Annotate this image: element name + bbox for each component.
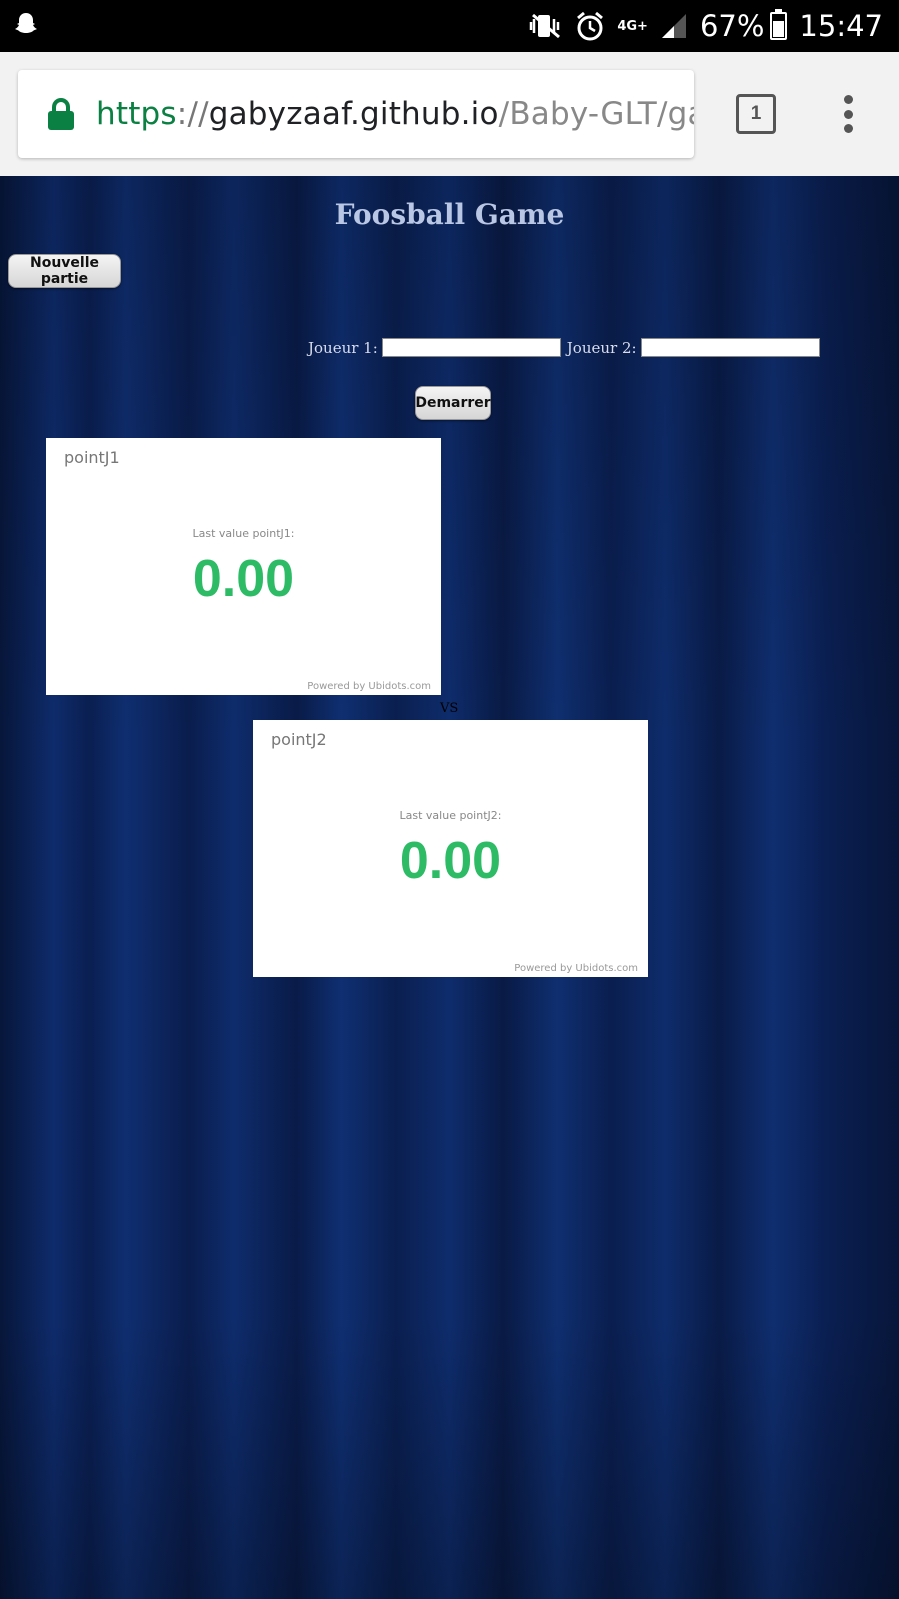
widget-caption: Last value pointJ2: [399,809,502,822]
player2-label: Joueur 2: [566,338,637,357]
widget-caption: Last value pointJ1: [192,527,295,540]
page-title: Foosball Game [334,198,565,231]
widget-footer-link[interactable]: Powered by Ubidots.com [514,963,638,974]
signal-icon [660,9,688,43]
lock-icon[interactable] [48,98,74,130]
address-bar[interactable]: https://gabyzaaf.github.io/Baby-GLT/gam [18,70,694,158]
widget-footer-link[interactable]: Powered by Ubidots.com [307,681,431,692]
widget-value: 0.00 [399,832,502,890]
overflow-menu-icon[interactable] [836,92,860,136]
network-type-label: 4G+ [617,18,648,34]
browser-toolbar: https://gabyzaaf.github.io/Baby-GLT/gam … [0,52,899,176]
player2-input[interactable] [640,338,820,357]
widget-title: pointJ1 [64,448,120,467]
player-form: Joueur 1: Joueur 2: [308,338,820,357]
tab-switcher-button[interactable]: 1 [736,94,776,134]
score-widget-player1: pointJ1 Last value pointJ1: 0.00 Powered… [46,438,441,695]
battery-icon [770,9,788,40]
snapchat-ghost-icon [12,10,42,40]
alarm-icon [575,9,605,43]
start-button[interactable]: Demarrer [415,386,491,420]
status-bar: 4G+ 67% 15:47 [0,0,899,52]
widget-value: 0.00 [192,550,295,608]
player1-label: Joueur 1: [308,338,378,357]
url-text[interactable]: https://gabyzaaf.github.io/Baby-GLT/gam [96,96,694,132]
network-type-icon: 4G+ [617,9,648,43]
clock: 15:47 [799,9,883,43]
widget-title: pointJ2 [271,730,327,749]
vs-label: VS [440,701,459,716]
player1-input[interactable] [381,338,561,357]
vibrate-mute-icon [529,9,563,43]
score-widget-player2: pointJ2 Last value pointJ2: 0.00 Powered… [253,720,648,977]
web-page: Foosball Game Nouvelle partie Joueur 1: … [0,176,899,1599]
battery-indicator: 67% [699,9,788,43]
new-game-button[interactable]: Nouvelle partie [8,254,121,288]
battery-percent: 67% [699,9,765,43]
